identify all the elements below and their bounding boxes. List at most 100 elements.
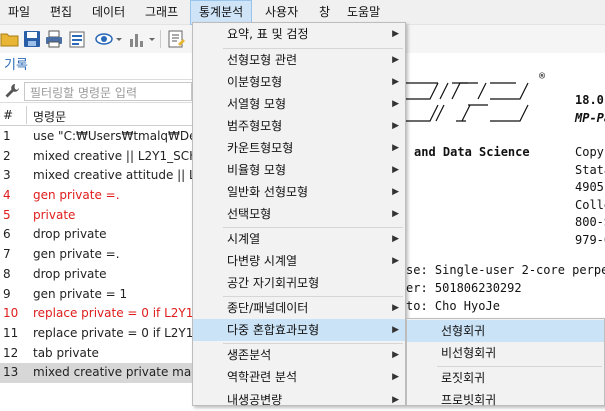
menu-data[interactable]: 데이터 (84, 0, 133, 25)
table-row[interactable]: 9 gen private = 1 (0, 285, 192, 305)
statistics-menu: 요약, 표 및 검정 ▶ 선형모형 관련 ▶ 이분형모형 ▶ 서열형 모형 ▶ 범주형모… (192, 22, 406, 407)
row-command: mixed creative attitude || L2Y (33, 168, 192, 183)
menu-item-time-series[interactable]: 시계열 ▶ (193, 228, 405, 250)
submenu-item-linear[interactable]: 선형회귀 (407, 320, 604, 342)
submenu-arrow-icon: ▶ (392, 372, 399, 382)
menu-item-label: 선형회귀 (441, 324, 486, 338)
print-icon[interactable] (44, 29, 64, 49)
menu-item-binary[interactable]: 이분형모형 ▶ (193, 71, 405, 93)
menu-item-linear-models[interactable]: 선형모형 관련 ▶ (193, 49, 405, 71)
registered-mark: ® (539, 71, 546, 82)
viewer-eye-icon[interactable] (94, 29, 114, 49)
history-pane-title: 기록 (0, 55, 192, 77)
table-row[interactable]: 3 mixed creative attitude || L2Y (0, 166, 192, 186)
history-filter: 필터링할 명령문 입력 (0, 79, 192, 103)
viewer-dropdown-icon[interactable] (114, 29, 124, 49)
menu-item-spatial[interactable]: 공간 자기회귀모형 (193, 272, 405, 294)
row-command: private (33, 207, 76, 222)
column-header-number[interactable]: # (3, 108, 13, 122)
table-row[interactable]: 13 mixed creative private manag (0, 363, 192, 383)
menu-graphics[interactable]: 그래프 (137, 0, 186, 25)
menu-item-survival[interactable]: 생존분석 ▶ (193, 344, 405, 366)
license-line: se: Single-user 2-core perpe (406, 263, 605, 277)
submenu-arrow-icon: ▶ (392, 325, 399, 335)
menu-item-multilevel-mixed[interactable]: 다중 혼합효과모형 ▶ (193, 319, 405, 341)
menu-item-label: 일반화 선형모형 (227, 185, 309, 199)
address-text: 4905 (575, 180, 604, 194)
menu-item-panel-data[interactable]: 종단/패널데이터 ▶ (193, 297, 405, 319)
menu-edit[interactable]: 편집 (42, 0, 80, 25)
menu-item-epidemiology[interactable]: 역학관련 분석 ▶ (193, 366, 405, 388)
menu-item-label: 비선형회귀 (441, 346, 497, 360)
menu-item-choice[interactable]: 선택모형 ▶ (193, 203, 405, 225)
save-icon[interactable] (22, 29, 42, 49)
table-row[interactable]: 7 gen private =. (0, 245, 192, 265)
row-number: 3 (3, 168, 11, 183)
submenu-arrow-icon: ▶ (392, 395, 399, 405)
submenu-arrow-icon: ▶ (392, 234, 399, 244)
tagline-text: and Data Science (414, 145, 530, 159)
menu-item-label: 선형모형 관련 (227, 53, 298, 67)
menu-item-multivariate-ts[interactable]: 다변량 시계열 ▶ (193, 250, 405, 272)
row-command: mixed creative || L2Y1_SCHID (33, 148, 192, 163)
menu-item-label: 비율형 모형 (227, 163, 287, 177)
row-command: gen private = 1 (33, 286, 128, 301)
table-row[interactable]: 5 private (0, 206, 192, 226)
menu-item-label: 역학관련 분석 (227, 370, 298, 384)
menu-item-label: 생존분석 (227, 348, 272, 362)
row-number: 6 (3, 227, 11, 242)
graph-dropdown-icon[interactable] (147, 29, 157, 49)
submenu-arrow-icon: ▶ (392, 121, 399, 131)
submenu-item-logit[interactable]: 로짓회귀 (407, 367, 604, 389)
menu-item-label: 내생공변량 (227, 393, 283, 407)
submenu-arrow-icon: ▶ (392, 99, 399, 109)
menu-item-label: 범주형모형 (227, 119, 283, 133)
table-row[interactable]: 6 drop private (0, 225, 192, 245)
menu-item-label: 시계열 (227, 232, 261, 246)
log-icon[interactable] (67, 29, 87, 49)
menu-item-label: 서열형 모형 (227, 97, 287, 111)
submenu-item-nonlinear[interactable]: 비선형회귀 (407, 342, 604, 364)
menu-item-glm[interactable]: 일반화 선형모형 ▶ (193, 181, 405, 203)
submenu-arrow-icon: ▶ (392, 187, 399, 197)
column-header-command[interactable]: 명령문 (33, 108, 66, 125)
column-divider[interactable] (26, 106, 27, 124)
phone-text: 800-S (575, 215, 605, 229)
table-row[interactable]: 10 replace private = 0 if L2Y1_SC (0, 304, 192, 324)
table-row[interactable]: 2 mixed creative || L2Y1_SCHID (0, 147, 192, 167)
graph-icon[interactable] (127, 29, 147, 49)
menu-item-label: 이분형모형 (227, 75, 283, 89)
menu-item-ordinal[interactable]: 서열형 모형 ▶ (193, 93, 405, 115)
table-row[interactable]: 11 replace private = 0 if L2Y1_SC (0, 324, 192, 344)
menu-item-label: 다변량 시계열 (227, 254, 298, 268)
row-number: 7 (3, 247, 11, 262)
city-text: Colle (575, 198, 605, 212)
menu-item-summaries[interactable]: 요약, 표 및 검정 ▶ (193, 23, 405, 45)
menu-item-fractional[interactable]: 비율형 모형 ▶ (193, 159, 405, 181)
menu-item-count[interactable]: 카운트형모형 ▶ (193, 137, 405, 159)
row-number: 9 (3, 286, 11, 301)
do-file-editor-icon[interactable] (166, 29, 186, 49)
row-number: 10 (3, 306, 19, 321)
submenu-item-probit[interactable]: 프로빗회귀 (407, 389, 604, 411)
table-row[interactable]: 4 gen private =. (0, 186, 192, 206)
table-row[interactable]: 8 drop private (0, 265, 192, 285)
row-number: 11 (3, 325, 19, 340)
row-command: tab private (33, 345, 99, 360)
open-folder-icon[interactable] (0, 29, 20, 49)
wrench-icon[interactable] (4, 83, 20, 99)
menu-item-endogenous[interactable]: 내생공변량 ▶ (193, 389, 405, 411)
company-text: Stata (575, 163, 605, 177)
row-number: 12 (3, 345, 19, 360)
menu-file[interactable]: 파일 (0, 0, 38, 25)
row-command: mixed creative private manag (33, 365, 192, 380)
table-row[interactable]: 1 use "C:₩Users₩tmalq₩Deskto (0, 127, 192, 147)
menu-item-label: 프로빗회귀 (441, 393, 497, 407)
submenu-arrow-icon: ▶ (392, 165, 399, 175)
submenu-arrow-icon: ▶ (392, 55, 399, 65)
menu-item-categorical[interactable]: 범주형모형 ▶ (193, 115, 405, 137)
stata-edition: MP-Pa (575, 111, 605, 125)
submenu-arrow-icon: ▶ (392, 350, 399, 360)
table-row[interactable]: 12 tab private (0, 344, 192, 364)
row-number: 8 (3, 266, 11, 281)
